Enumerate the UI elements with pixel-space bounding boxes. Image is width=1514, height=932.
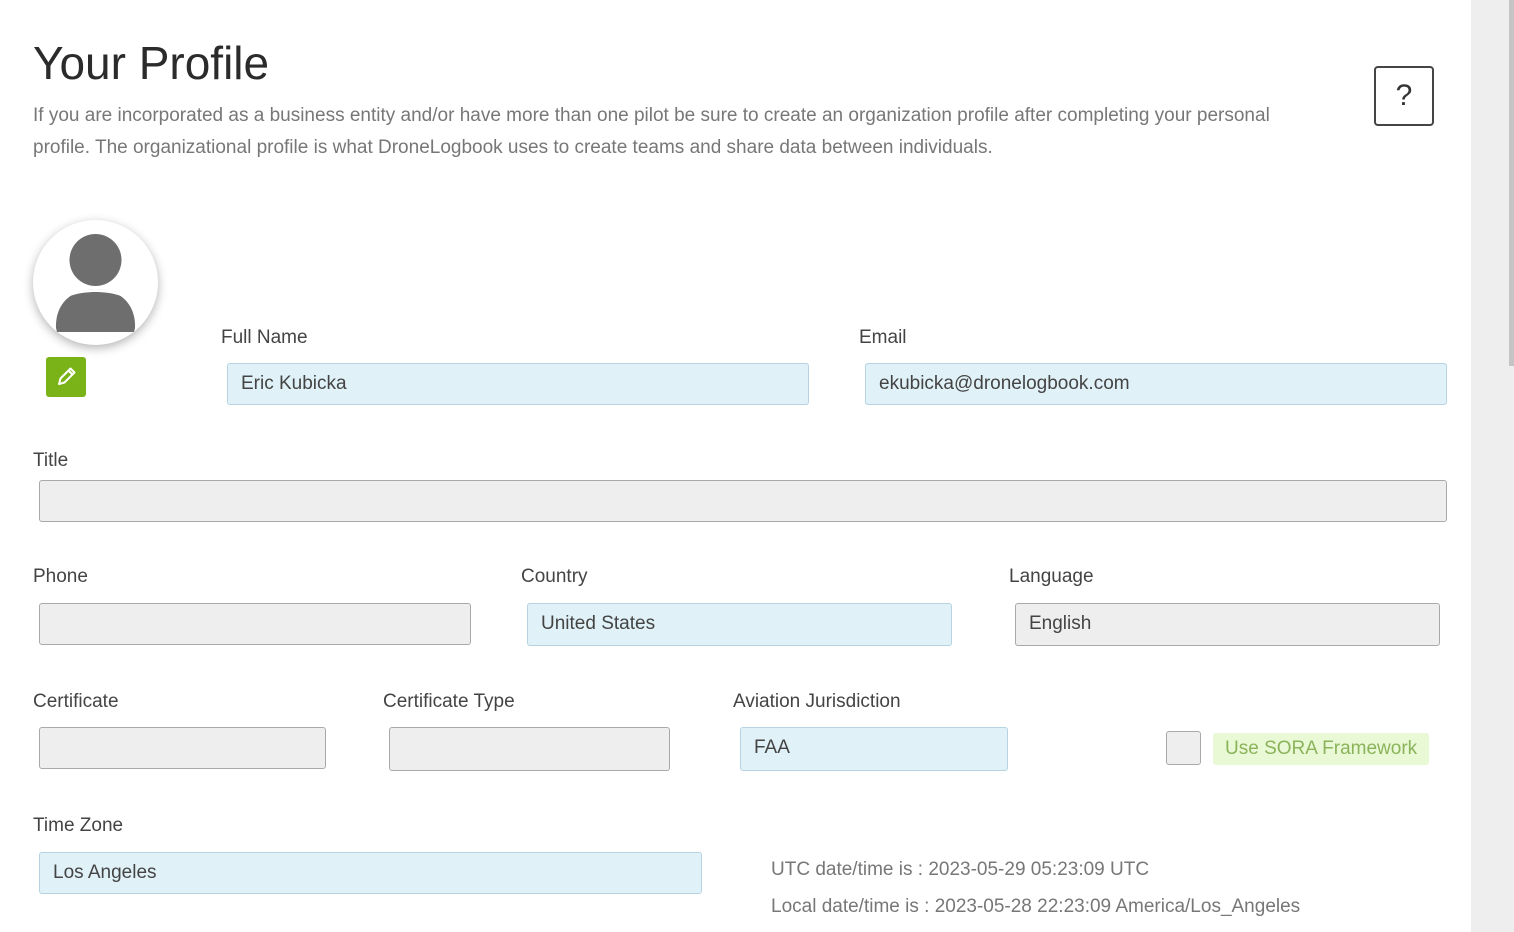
- certificate-type-label: Certificate Type: [383, 691, 515, 712]
- sora-checkbox[interactable]: [1166, 731, 1201, 765]
- scrollbar-track[interactable]: [1471, 0, 1514, 932]
- help-button[interactable]: ?: [1374, 66, 1434, 126]
- email-input[interactable]: ekubicka@dronelogbook.com: [865, 363, 1447, 405]
- scrollbar-thumb[interactable]: [1509, 0, 1514, 366]
- aviation-jurisdiction-select[interactable]: FAA: [740, 727, 1008, 771]
- profile-page: Your Profile If you are incorporated as …: [0, 0, 1514, 932]
- local-datetime: Local date/time is : 2023-05-28 22:23:09…: [771, 896, 1301, 917]
- full-name-label: Full Name: [221, 327, 308, 348]
- avatar[interactable]: [33, 220, 158, 345]
- email-label: Email: [859, 327, 907, 348]
- country-label: Country: [521, 566, 588, 587]
- language-label: Language: [1009, 566, 1094, 587]
- certificate-label: Certificate: [33, 691, 119, 712]
- certificate-input[interactable]: [39, 727, 326, 769]
- phone-input[interactable]: [39, 603, 471, 645]
- language-select[interactable]: English: [1015, 603, 1440, 646]
- utc-datetime: UTC date/time is : 2023-05-29 05:23:09 U…: [771, 859, 1150, 880]
- pencil-icon: [58, 367, 76, 385]
- phone-label: Phone: [33, 566, 88, 587]
- certificate-type-select[interactable]: [389, 727, 670, 771]
- user-silhouette-icon: [55, 234, 136, 332]
- sora-label[interactable]: Use SORA Framework: [1213, 733, 1430, 765]
- title-input[interactable]: [39, 480, 1447, 522]
- aviation-jurisdiction-label: Aviation Jurisdiction: [733, 691, 901, 712]
- time-zone-select[interactable]: Los Angeles: [39, 852, 702, 894]
- page-title: Your Profile: [33, 37, 270, 89]
- page-description: If you are incorporated as a business en…: [33, 105, 1270, 158]
- title-label: Title: [33, 450, 69, 471]
- time-zone-label: Time Zone: [33, 815, 124, 836]
- edit-avatar-button[interactable]: [46, 357, 86, 397]
- full-name-input[interactable]: Eric Kubicka: [227, 363, 809, 405]
- country-select[interactable]: United States: [527, 603, 952, 646]
